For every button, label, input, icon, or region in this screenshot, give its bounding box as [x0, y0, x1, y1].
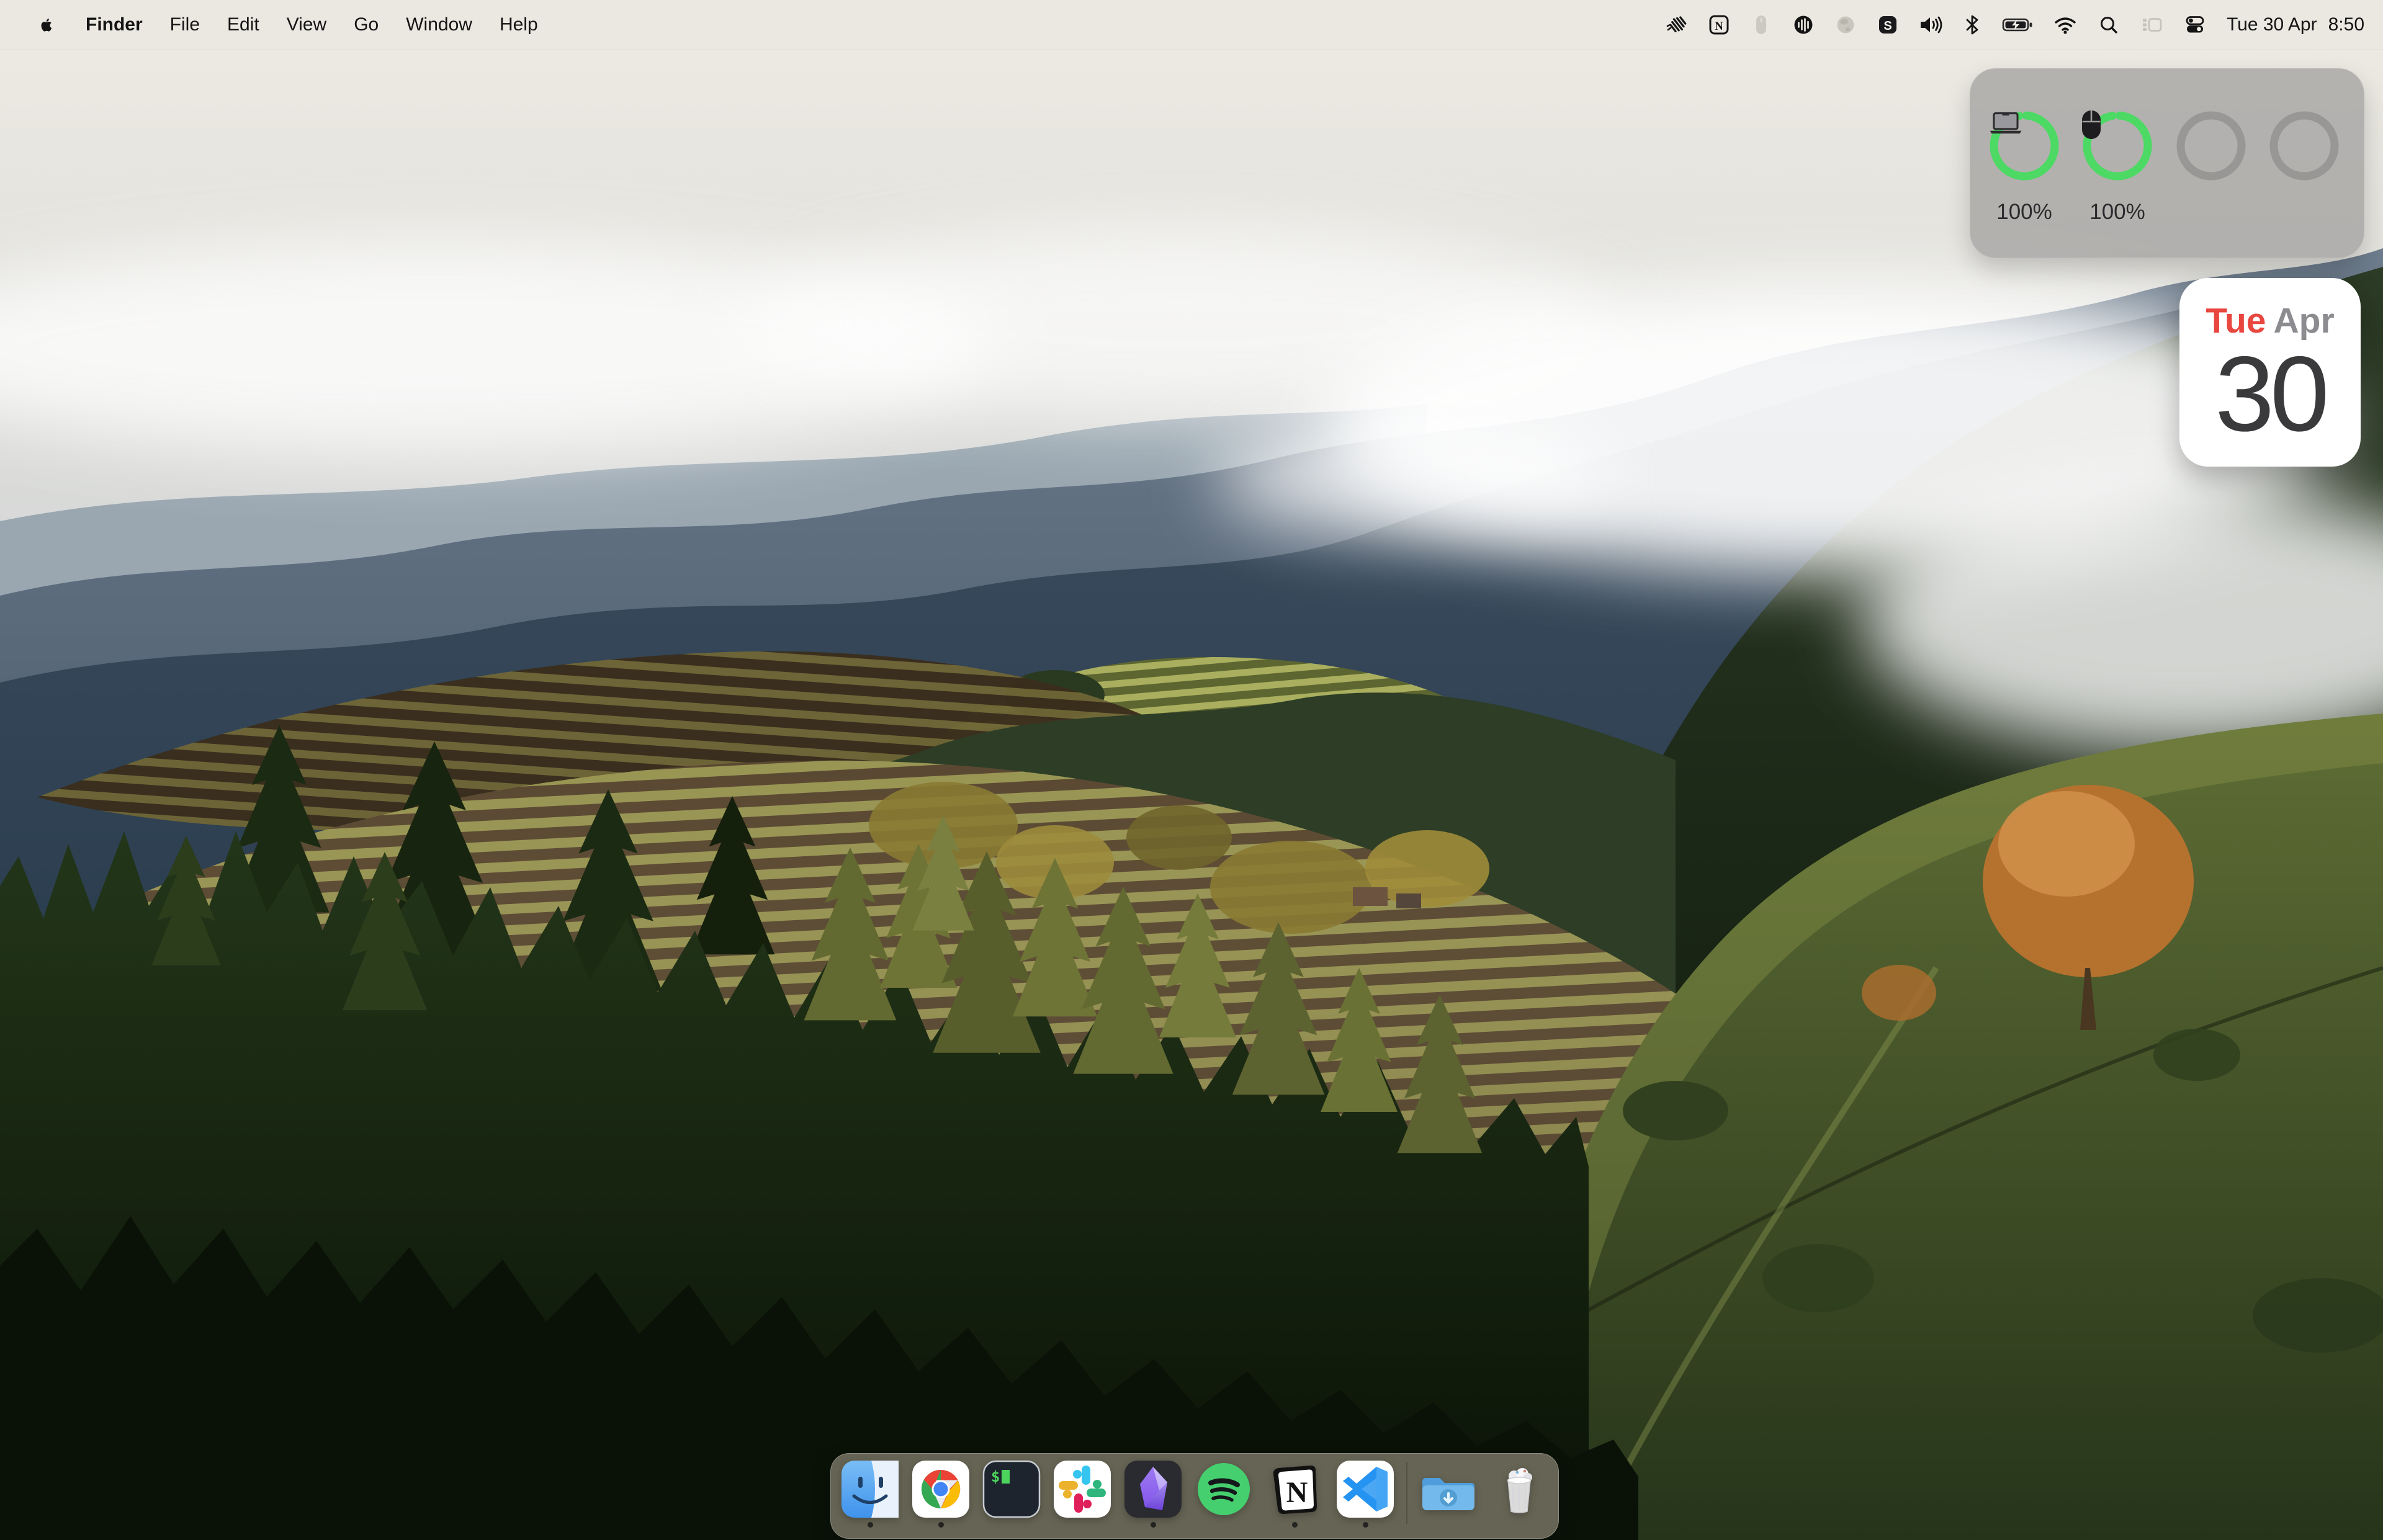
menu-item-go[interactable]: Go: [340, 0, 392, 50]
apple-menu[interactable]: [21, 0, 72, 50]
menu-item-view[interactable]: View: [273, 0, 340, 50]
wifi-icon[interactable]: [2043, 0, 2088, 50]
vscode-icon: [1335, 1459, 1395, 1519]
svg-text:$: $: [991, 1468, 1000, 1485]
bluetooth-icon[interactable]: [1952, 0, 1992, 50]
globe-icon[interactable]: [1824, 0, 1867, 50]
battery-ring-empty-2: [2268, 109, 2341, 182]
dock-item-downloads[interactable]: [1419, 1459, 1478, 1519]
clock-date: Tue 30 Apr: [2227, 14, 2317, 35]
dock-item-notion[interactable]: N: [1265, 1459, 1324, 1528]
stage-manager-icon[interactable]: [2130, 0, 2173, 50]
obsidian-icon: [1123, 1459, 1183, 1519]
dock: $: [830, 1453, 1559, 1539]
svg-text:S: S: [1883, 19, 1892, 33]
dock-item-obsidian[interactable]: [1123, 1459, 1183, 1528]
dock-item-spotify[interactable]: [1194, 1459, 1254, 1519]
battery-widget[interactable]: 100% 100%: [1970, 68, 2364, 258]
battery-ring-empty-1: [2174, 109, 2248, 182]
control-center-icon[interactable]: [2173, 0, 2217, 50]
menu-item-edit[interactable]: Edit: [213, 0, 273, 50]
dock-divider: [1406, 1462, 1407, 1524]
menu-item-window[interactable]: Window: [392, 0, 486, 50]
svg-text:N: N: [1286, 1476, 1308, 1509]
calendar-widget[interactable]: TueApr 30: [2179, 278, 2361, 467]
calendar-day-number: 30: [2179, 333, 2361, 455]
running-indicator: [868, 1522, 873, 1528]
running-indicator: [1151, 1522, 1156, 1528]
hatched-brush-icon[interactable]: [1656, 0, 1698, 50]
slack-icon: [1052, 1459, 1112, 1519]
mouse-icon: [2081, 109, 2154, 182]
menu-bar: Finder File Edit View Go Window Help N: [0, 0, 2383, 50]
notion-icon: N: [1265, 1459, 1324, 1519]
battery-ring-laptop: [1988, 109, 2061, 182]
running-indicator: [1363, 1522, 1368, 1528]
mouse-percent-label: 100%: [2081, 200, 2154, 225]
s-app-icon[interactable]: S: [1867, 0, 1909, 50]
apple-icon: [37, 16, 56, 34]
macos-desktop: Finder File Edit View Go Window Help N: [0, 0, 2383, 1540]
notion-menubar-icon[interactable]: N: [1698, 0, 1740, 50]
menu-bar-status: N S: [1656, 0, 2383, 50]
volume-icon[interactable]: [1909, 0, 1952, 50]
finder-icon: [840, 1459, 900, 1519]
spotify-icon: [1194, 1459, 1254, 1519]
battery-ring-mouse: [2081, 109, 2154, 182]
dock-item-finder[interactable]: [840, 1459, 900, 1528]
menu-item-file[interactable]: File: [156, 0, 213, 50]
laptop-icon: [1988, 109, 2061, 182]
dock-item-slack[interactable]: [1052, 1459, 1112, 1519]
laptop-percent-label: 100%: [1988, 200, 2061, 225]
running-indicator: [938, 1522, 944, 1528]
trash-icon: [1489, 1459, 1549, 1519]
terminal-icon: $: [982, 1459, 1041, 1519]
battery-charging-icon[interactable]: [1992, 0, 2043, 50]
dock-item-terminal[interactable]: $: [982, 1459, 1041, 1519]
dock-item-chrome[interactable]: [911, 1459, 971, 1528]
mouse-battery-icon[interactable]: [1740, 0, 1782, 50]
downloads-folder-icon: [1419, 1459, 1478, 1519]
menu-item-finder[interactable]: Finder: [72, 0, 156, 50]
audio-waveform-icon[interactable]: [1782, 0, 1824, 50]
menu-bar-left: Finder File Edit View Go Window Help: [0, 0, 552, 50]
chrome-icon: [911, 1459, 971, 1519]
running-indicator: [1292, 1522, 1298, 1528]
svg-text:N: N: [1715, 20, 1723, 33]
spotlight-icon[interactable]: [2088, 0, 2130, 50]
clock-time: 8:50: [2328, 14, 2364, 35]
dock-item-vscode[interactable]: [1335, 1459, 1395, 1528]
dock-item-trash[interactable]: [1489, 1459, 1549, 1519]
menu-item-help[interactable]: Help: [486, 0, 552, 50]
menu-bar-clock[interactable]: Tue 30 Apr 8:50: [2217, 14, 2364, 35]
